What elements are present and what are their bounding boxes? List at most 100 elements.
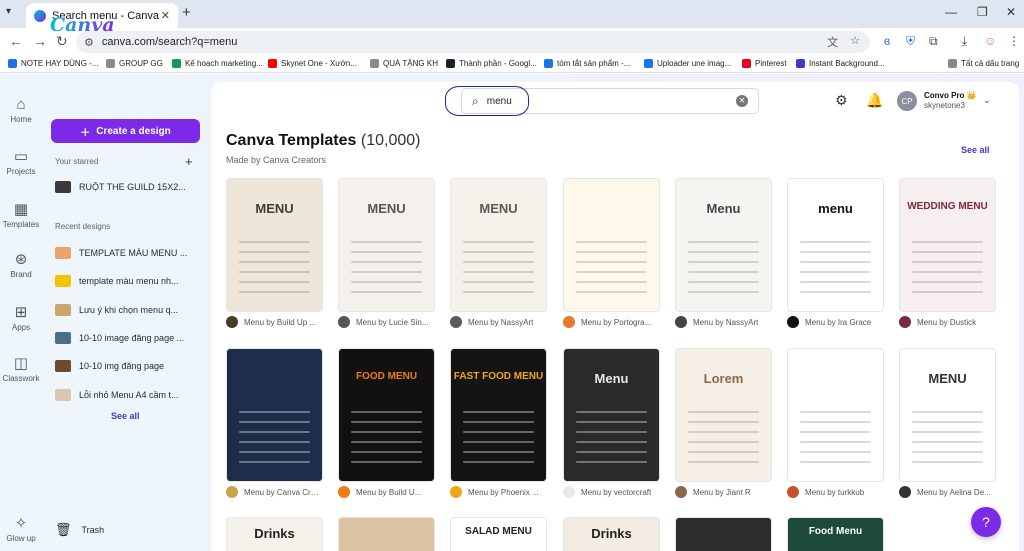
template-thumbnail[interactable]: FAST FOOD MENU (450, 348, 547, 482)
recent-design-item[interactable]: TEMPLATE MÀU MENU ... (55, 247, 205, 259)
clear-search-icon[interactable]: ✕ (736, 95, 748, 107)
account-info[interactable]: Convo Pro 👑 skynetone3 (924, 91, 977, 111)
bookmark-item[interactable]: Kế hoạch marketing... (172, 59, 263, 68)
translate-icon[interactable]: 文 (827, 34, 838, 50)
template-card[interactable]: Drinks (563, 517, 660, 551)
bookmark-star-icon[interactable]: ☆ (850, 34, 860, 50)
template-thumbnail[interactable]: menu (787, 178, 884, 312)
template-thumbnail[interactable]: SALAD MENU (450, 517, 547, 551)
template-creator[interactable]: Menu by vectorcraft (563, 486, 660, 498)
template-card[interactable]: Menu by Portogra... (563, 178, 660, 328)
template-thumbnail[interactable] (787, 348, 884, 482)
template-card[interactable]: MENU Menu by Build Up ... (226, 178, 323, 328)
new-tab-icon[interactable]: + (182, 4, 191, 21)
template-creator[interactable]: Menu by Lucie Sin... (338, 316, 435, 328)
template-card[interactable]: MENU Menu by Lucie Sin... (338, 178, 435, 328)
template-card[interactable] (338, 517, 435, 551)
template-creator[interactable]: Menu by turkkub (787, 486, 884, 498)
bookmark-item[interactable]: NOTE HAY DÙNG -... (8, 59, 99, 68)
template-card[interactable]: Menu by turkkub (787, 348, 884, 498)
rail-item-projects[interactable]: ▭ Projects (0, 147, 42, 176)
template-card[interactable]: Drinks (226, 517, 323, 551)
rail-item-templates[interactable]: ▦ Templates (0, 200, 42, 229)
bookmark-item[interactable]: Thành phần - Googl... (446, 59, 537, 68)
rail-item-home[interactable]: ⌂ Home (0, 96, 42, 124)
recent-design-item[interactable]: Lưu ý khi chọn menu q... (55, 303, 205, 316)
minimize-icon[interactable]: — (945, 5, 957, 19)
recent-design-item[interactable]: 10-10 img đăng page (55, 360, 205, 373)
template-thumbnail[interactable]: Drinks (563, 517, 660, 551)
bookmark-item[interactable]: Uploader une imag... (644, 59, 731, 68)
template-card[interactable]: WEDDING MENU Menu by Dustick (899, 178, 996, 328)
bookmark-item[interactable]: tóm tắt sản phẩm -... (544, 59, 630, 68)
template-card[interactable]: MENU Menu by Aelina De... (899, 348, 996, 498)
browser-menu-icon[interactable]: ⋮ (1008, 34, 1020, 48)
template-thumbnail[interactable] (675, 517, 772, 551)
template-thumbnail[interactable] (226, 348, 323, 482)
account-chevron-down-icon[interactable]: ⌄ (983, 95, 991, 106)
template-card[interactable]: SALAD MENU (450, 517, 547, 551)
trash-button[interactable]: 🗑 Trash (55, 522, 104, 538)
template-thumbnail[interactable]: FOOD MENU (338, 348, 435, 482)
recent-design-item[interactable]: 10-10 image đăng page ... (55, 331, 205, 344)
back-icon[interactable]: ← (9, 33, 23, 49)
template-thumbnail[interactable]: Drinks (226, 517, 323, 551)
template-card[interactable]: Menu by Canva Creat... (226, 348, 323, 498)
rail-item-apps[interactable]: ⊞ Apps (0, 303, 42, 332)
template-card[interactable]: Lorem Menu by Jiant R (675, 348, 772, 498)
template-creator[interactable]: Menu by Build U... (338, 486, 435, 498)
template-thumbnail[interactable]: MENU (899, 348, 996, 482)
template-thumbnail[interactable]: Menu (563, 348, 660, 482)
extensions-puzzle-icon[interactable]: ⧉ (929, 34, 938, 49)
template-creator[interactable]: Menu by Jiant R (675, 486, 772, 498)
template-creator[interactable]: Menu by Canva Creat... (226, 486, 323, 498)
template-thumbnail[interactable]: Food Menu (787, 517, 884, 551)
template-thumbnail[interactable] (563, 178, 660, 312)
restore-icon[interactable]: ❐ (977, 5, 988, 19)
templates-see-all-link[interactable]: See all (961, 145, 990, 155)
rail-item-glow-up[interactable]: ✧ Glow up (0, 514, 42, 543)
recent-see-all-link[interactable]: See all (111, 411, 140, 421)
bookmark-item[interactable]: Tất cả dấu trang (948, 59, 1019, 68)
template-creator[interactable]: Menu by NassyArt (450, 316, 547, 328)
template-creator[interactable]: Menu by Ira Grace (787, 316, 884, 328)
address-bar[interactable]: ⚙ canva.com/search?q=menu 文 ☆ (76, 31, 870, 53)
template-card[interactable] (675, 517, 772, 551)
create-design-button[interactable]: ＋ Create a design (51, 119, 200, 143)
help-button[interactable]: ? (971, 507, 1001, 537)
recent-design-item[interactable]: Lỗi nhỏ Menu A4 cầm t... (55, 388, 205, 401)
forward-icon[interactable]: → (33, 33, 47, 49)
bookmark-item[interactable]: GROUP GG (106, 59, 163, 68)
bookmark-item[interactable]: Pinterest (742, 59, 787, 68)
template-creator[interactable]: Menu by Portogra... (563, 316, 660, 328)
template-thumbnail[interactable]: MENU (226, 178, 323, 312)
template-creator[interactable]: Menu by Build Up ... (226, 316, 323, 328)
shield-extension-icon[interactable]: ⛨ (906, 34, 915, 49)
template-creator[interactable]: Menu by Dustick (899, 316, 996, 328)
template-card[interactable]: FOOD MENU Menu by Build U... (338, 348, 435, 498)
bookmark-item[interactable]: QUÀ TẶNG KH (370, 59, 438, 68)
template-thumbnail[interactable]: Menu (675, 178, 772, 312)
starred-item[interactable]: RUỘT THE GUILD 15X2... (55, 181, 205, 193)
bookmark-item[interactable]: Instant Background... (796, 59, 885, 68)
template-thumbnail[interactable]: WEDDING MENU (899, 178, 996, 312)
template-card[interactable]: MENU Menu by NassyArt (450, 178, 547, 328)
template-thumbnail[interactable]: MENU (450, 178, 547, 312)
avatar[interactable]: CP (897, 91, 917, 111)
template-thumbnail[interactable] (338, 517, 435, 551)
template-card[interactable]: Menu Menu by vectorcraft (563, 348, 660, 498)
template-creator[interactable]: Menu by NassyArt (675, 316, 772, 328)
site-info-icon[interactable]: ⚙ (84, 36, 94, 49)
template-card[interactable]: Menu Menu by NassyArt (675, 178, 772, 328)
add-starred-icon[interactable]: + (185, 154, 193, 169)
recent-design-item[interactable]: template màu menu nh... (55, 275, 205, 288)
tab-search-chevron-icon[interactable]: ▾ (6, 6, 11, 17)
template-thumbnail[interactable]: Lorem (675, 348, 772, 482)
profile-icon[interactable]: ☺ (984, 34, 996, 48)
template-creator[interactable]: Menu by Aelina De... (899, 486, 996, 498)
template-card[interactable]: Food Menu (787, 517, 884, 551)
bookmark-item[interactable]: Skynet One - Xướn... (268, 59, 357, 68)
extension-icon[interactable]: ɞ (884, 34, 890, 48)
rail-item-brand[interactable]: ⊛ Brand (0, 250, 42, 279)
settings-gear-icon[interactable]: ⚙ (835, 92, 848, 109)
